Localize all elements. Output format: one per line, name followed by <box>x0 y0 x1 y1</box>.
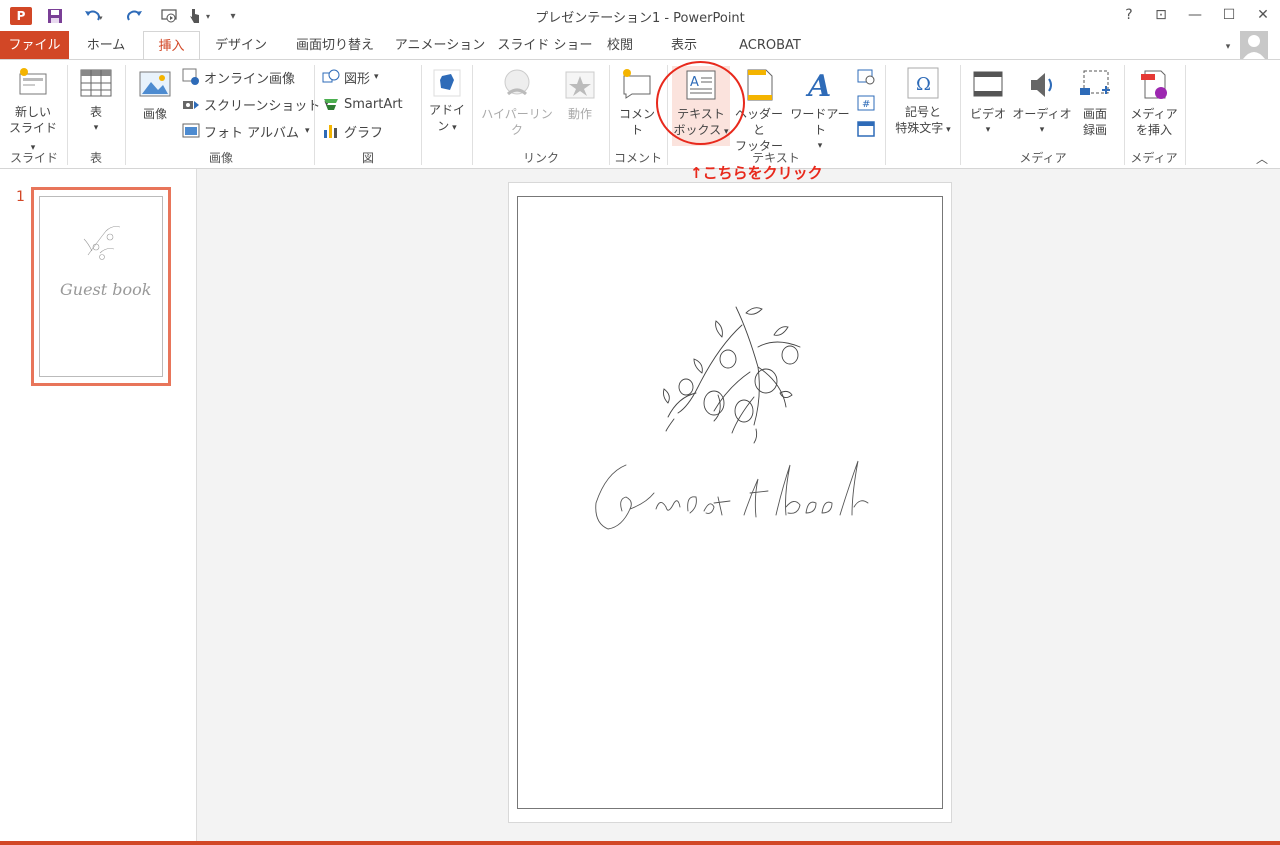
window-bottom-edge <box>0 841 1280 845</box>
ribbon-separator <box>421 65 422 165</box>
svg-text:A: A <box>805 69 831 102</box>
photo-album-button[interactable]: フォト アルバム ▾ <box>182 120 310 142</box>
ribbon-separator <box>885 65 886 165</box>
ribbon-separator <box>125 65 126 165</box>
new-slide-button[interactable]: 新しい スライド ▾ <box>6 66 60 156</box>
ribbon-separator <box>1185 65 1186 165</box>
group-label-media: メディア <box>1019 151 1067 165</box>
group-label-comment: コメント <box>613 151 662 165</box>
tab-animations[interactable]: アニメーション <box>392 31 488 60</box>
avatar[interactable] <box>1240 31 1268 59</box>
action-button[interactable]: 動作 <box>561 68 599 122</box>
slide-thumbnails-pane: 1 Guest book <box>0 169 197 845</box>
collapse-ribbon-icon[interactable]: ︿ <box>1256 150 1268 167</box>
video-button[interactable]: ビデオ ▾ <box>966 68 1010 138</box>
smartart-icon <box>324 99 338 110</box>
omega-icon: Ω <box>907 67 939 99</box>
close-button[interactable]: ✕ <box>1248 4 1278 26</box>
thumbnail-floral-illustration: Guest book <box>60 226 151 299</box>
slide-number: 1 <box>16 189 25 205</box>
insert-media-icon <box>1141 70 1167 99</box>
action-star-icon <box>565 71 595 99</box>
table-icon <box>80 69 112 97</box>
tab-view[interactable]: 表示 <box>664 31 704 60</box>
help-button[interactable]: ? <box>1114 4 1144 26</box>
thumbnail-title: Guest book <box>60 280 151 299</box>
speaker-icon <box>1031 73 1052 97</box>
object-icon[interactable] <box>856 120 876 141</box>
comment-icon <box>623 69 651 99</box>
screen-recording-icon <box>1080 70 1110 95</box>
screen-recording-button[interactable]: 画面 録画 <box>1074 68 1116 138</box>
ribbon-display-options-icon[interactable]: ⊡ <box>1146 4 1176 26</box>
symbol-button[interactable]: Ω 記号と 特殊文字 ▾ <box>889 66 957 138</box>
online-image-button[interactable]: オンライン画像 <box>182 66 295 88</box>
tab-file[interactable]: ファイル <box>0 31 69 60</box>
group-label-media-2: メディア <box>1130 151 1178 165</box>
window-title: プレゼンテーション1 - PowerPoint <box>535 11 745 26</box>
title-bar: P ▾ ▾ ▾ プレゼンテーション1 - PowerPoint ? ⊡ — ☐ … <box>0 0 1280 31</box>
hyperlink-button[interactable]: ハイパーリンク <box>478 68 556 138</box>
header-footer-icon <box>747 69 773 101</box>
group-label-table: 表 <box>89 151 102 165</box>
tab-review[interactable]: 校閲 <box>600 31 640 60</box>
thumbnail-border: Guest book <box>39 196 163 377</box>
slide-thumbnail[interactable]: Guest book <box>31 187 171 386</box>
svg-text:Ω: Ω <box>916 74 931 95</box>
main-area: 1 Guest book Guest book <box>0 169 1280 845</box>
table-button[interactable]: 表 ▾ <box>74 66 118 136</box>
picture-icon <box>139 71 171 97</box>
click-here-annotation: ↑こちらをクリック <box>690 164 823 182</box>
new-slide-icon <box>19 68 47 95</box>
insert-media-button[interactable]: メディア を挿入 <box>1128 68 1180 138</box>
photo-album-icon <box>182 123 200 138</box>
audio-button[interactable]: オーディオ ▾ <box>1012 68 1072 138</box>
account-dropdown-icon[interactable]: ▾ <box>1222 37 1234 57</box>
ribbon-tabs: ファイル ホーム 挿入 デザイン 画面切り替え アニメーション スライド ショー… <box>0 31 1280 60</box>
online-picture-icon <box>182 68 199 85</box>
floral-illustration: Guest book <box>518 197 869 530</box>
smartart-button[interactable]: SmartArt <box>322 93 403 115</box>
group-label-image: 画像 <box>208 151 233 165</box>
date-time-icon[interactable] <box>856 68 876 89</box>
wordart-button[interactable]: A ワードアート ▾ <box>788 68 852 154</box>
video-film-icon <box>973 71 1003 97</box>
image-button[interactable]: 画像 <box>134 68 176 122</box>
chart-button[interactable]: グラフ <box>322 120 383 142</box>
tab-transitions[interactable]: 画面切り替え <box>285 31 385 60</box>
slide-title: Guest book <box>518 197 524 198</box>
chart-icon <box>324 125 337 138</box>
hyperlink-icon <box>504 69 530 96</box>
ribbon-insert: 新しい スライド ▾ スライド 表 ▾ 表 画像 オンライン画像 スクリーンショ… <box>0 59 1280 169</box>
tab-slideshow[interactable]: スライド ショー <box>496 31 594 60</box>
group-label-slide: スライド <box>9 151 58 165</box>
ribbon-separator <box>314 65 315 165</box>
group-label-link: リンク <box>522 151 559 165</box>
group-label-figure: 図 <box>361 151 374 165</box>
shapes-button[interactable]: 図形 ▾ <box>322 66 379 88</box>
tab-insert[interactable]: 挿入 <box>143 31 200 60</box>
tab-home[interactable]: ホーム <box>78 31 134 60</box>
slide-border-frame: Guest book <box>517 196 943 809</box>
tab-design[interactable]: デザイン <box>208 31 274 60</box>
ribbon-separator <box>960 65 961 165</box>
shapes-icon <box>322 69 340 83</box>
wordart-icon: A <box>805 69 831 102</box>
minimize-button[interactable]: — <box>1180 4 1210 26</box>
svg-text:#: # <box>862 99 870 110</box>
screenshot-button[interactable]: スクリーンショット ▾ <box>182 93 329 115</box>
addin-button[interactable]: アドイ ン ▾ <box>427 68 467 136</box>
ribbon-separator <box>472 65 473 165</box>
comment-button[interactable]: コメント <box>614 68 660 138</box>
highlight-circle <box>656 61 745 145</box>
maximize-button[interactable]: ☐ <box>1214 4 1244 26</box>
slide-canvas[interactable]: Guest book <box>508 182 952 823</box>
slide-number-icon[interactable]: # <box>856 94 876 115</box>
screenshot-icon <box>183 101 199 109</box>
tab-acrobat[interactable]: ACROBAT <box>726 31 814 60</box>
store-icon <box>433 69 461 97</box>
